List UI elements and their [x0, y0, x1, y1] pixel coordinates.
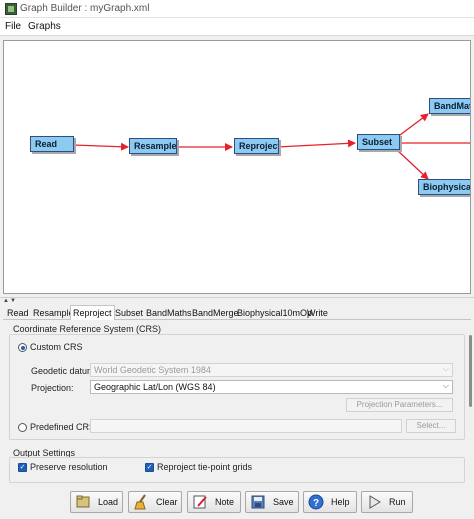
chevron-down-icon: ⌵ [442, 364, 449, 373]
save-button[interactable]: Save [245, 491, 299, 513]
save-icon [251, 495, 265, 509]
operator-tabs: Read Resample Reproject Subset BandMaths… [3, 305, 471, 320]
reproject-tiepoint-label: Reproject tie-point grids [157, 462, 253, 472]
tab-bandmaths[interactable]: BandMaths [144, 306, 194, 320]
node-resample[interactable]: Resample [129, 138, 177, 154]
title-bar: Graph Builder : myGraph.xml [0, 0, 474, 18]
clear-button[interactable]: Clear [128, 491, 182, 513]
geodetic-datum-value: World Geodetic System 1984 [94, 365, 211, 375]
predefined-crs-field[interactable] [90, 419, 402, 433]
predefined-crs-label: Predefined CRS [30, 422, 96, 432]
geodetic-datum-label: Geodetic datum: [31, 366, 98, 376]
svg-text:?: ? [313, 498, 319, 509]
note-button[interactable]: Note [187, 491, 241, 513]
tab-reproject[interactable]: Reproject [70, 305, 115, 320]
action-bar: Load Clear Note Save ? Help Run [0, 486, 474, 519]
collapse-down-icon[interactable]: ▼ [10, 298, 16, 304]
run-label: Run [389, 497, 406, 507]
collapse-up-icon[interactable]: ▲ [3, 298, 9, 304]
reproject-panel: Coordinate Reference System (CRS) Custom… [3, 320, 471, 484]
tab-resample[interactable]: Resample [31, 306, 76, 320]
projection-label: Projection: [31, 383, 74, 393]
node-reproject[interactable]: Reproject [234, 138, 279, 154]
preserve-resolution-checkbox[interactable]: ✓ [18, 463, 27, 472]
menu-bar: File Graphs [0, 18, 474, 36]
reproject-tiepoint-checkbox[interactable]: ✓ [145, 463, 154, 472]
crs-section-label: Coordinate Reference System (CRS) [13, 324, 162, 334]
graph-edges [72, 98, 470, 180]
run-button[interactable]: Run [361, 491, 413, 513]
projection-value: Geographic Lat/Lon (WGS 84) [94, 382, 216, 392]
tab-biophysical[interactable]: Biophysical10mOp [235, 306, 314, 320]
note-label: Note [215, 497, 235, 507]
window-title: Graph Builder : myGraph.xml [20, 3, 150, 14]
node-bandmaths[interactable]: BandMaths [429, 98, 470, 114]
predefined-crs-radio[interactable] [18, 423, 27, 432]
projection-parameters-button[interactable]: Projection Parameters... [346, 398, 453, 412]
load-button[interactable]: Load [70, 491, 123, 513]
select-crs-button[interactable]: Select... [406, 419, 456, 433]
custom-crs-label: Custom CRS [30, 342, 83, 352]
node-subset[interactable]: Subset [357, 134, 400, 150]
projection-select[interactable]: Geographic Lat/Lon (WGS 84) ⌵ [90, 380, 453, 394]
tab-read[interactable]: Read [5, 306, 31, 320]
edge-subset-biophysical [395, 148, 429, 180]
panel-splitter[interactable]: ▲ ▼ [0, 297, 474, 304]
help-label: Help [331, 497, 350, 507]
load-icon [76, 495, 90, 508]
edge-subset-bandmaths [395, 113, 429, 139]
panel-scrollbar[interactable] [469, 335, 472, 407]
preserve-resolution-label: Preserve resolution [30, 462, 108, 472]
graph-canvas[interactable]: Read Resample Reproject Subset BandMaths… [3, 40, 471, 294]
broom-icon [134, 494, 146, 510]
edge-reproject-subset [276, 139, 356, 148]
clear-label: Clear [156, 497, 178, 507]
load-label: Load [98, 497, 119, 507]
custom-crs-radio[interactable] [18, 343, 27, 352]
tab-bandmerge[interactable]: BandMerge [190, 306, 241, 320]
help-icon: ? [308, 494, 324, 510]
save-label: Save [273, 497, 294, 507]
app-icon [5, 3, 17, 15]
menu-file[interactable]: File [5, 21, 21, 32]
chevron-down-icon: ⌵ [442, 381, 449, 390]
node-biophysical[interactable]: Biophysical10mOp [418, 179, 470, 195]
help-button[interactable]: ? Help [303, 491, 357, 513]
geodetic-datum-select[interactable]: World Geodetic System 1984 ⌵ [90, 363, 453, 377]
tab-write[interactable]: Write [305, 306, 330, 320]
note-icon [193, 495, 207, 509]
node-read[interactable]: Read [30, 136, 74, 152]
edge-read-resample [72, 142, 129, 151]
menu-graphs[interactable]: Graphs [28, 21, 61, 32]
tab-subset[interactable]: Subset [113, 306, 145, 320]
run-icon [369, 495, 381, 509]
